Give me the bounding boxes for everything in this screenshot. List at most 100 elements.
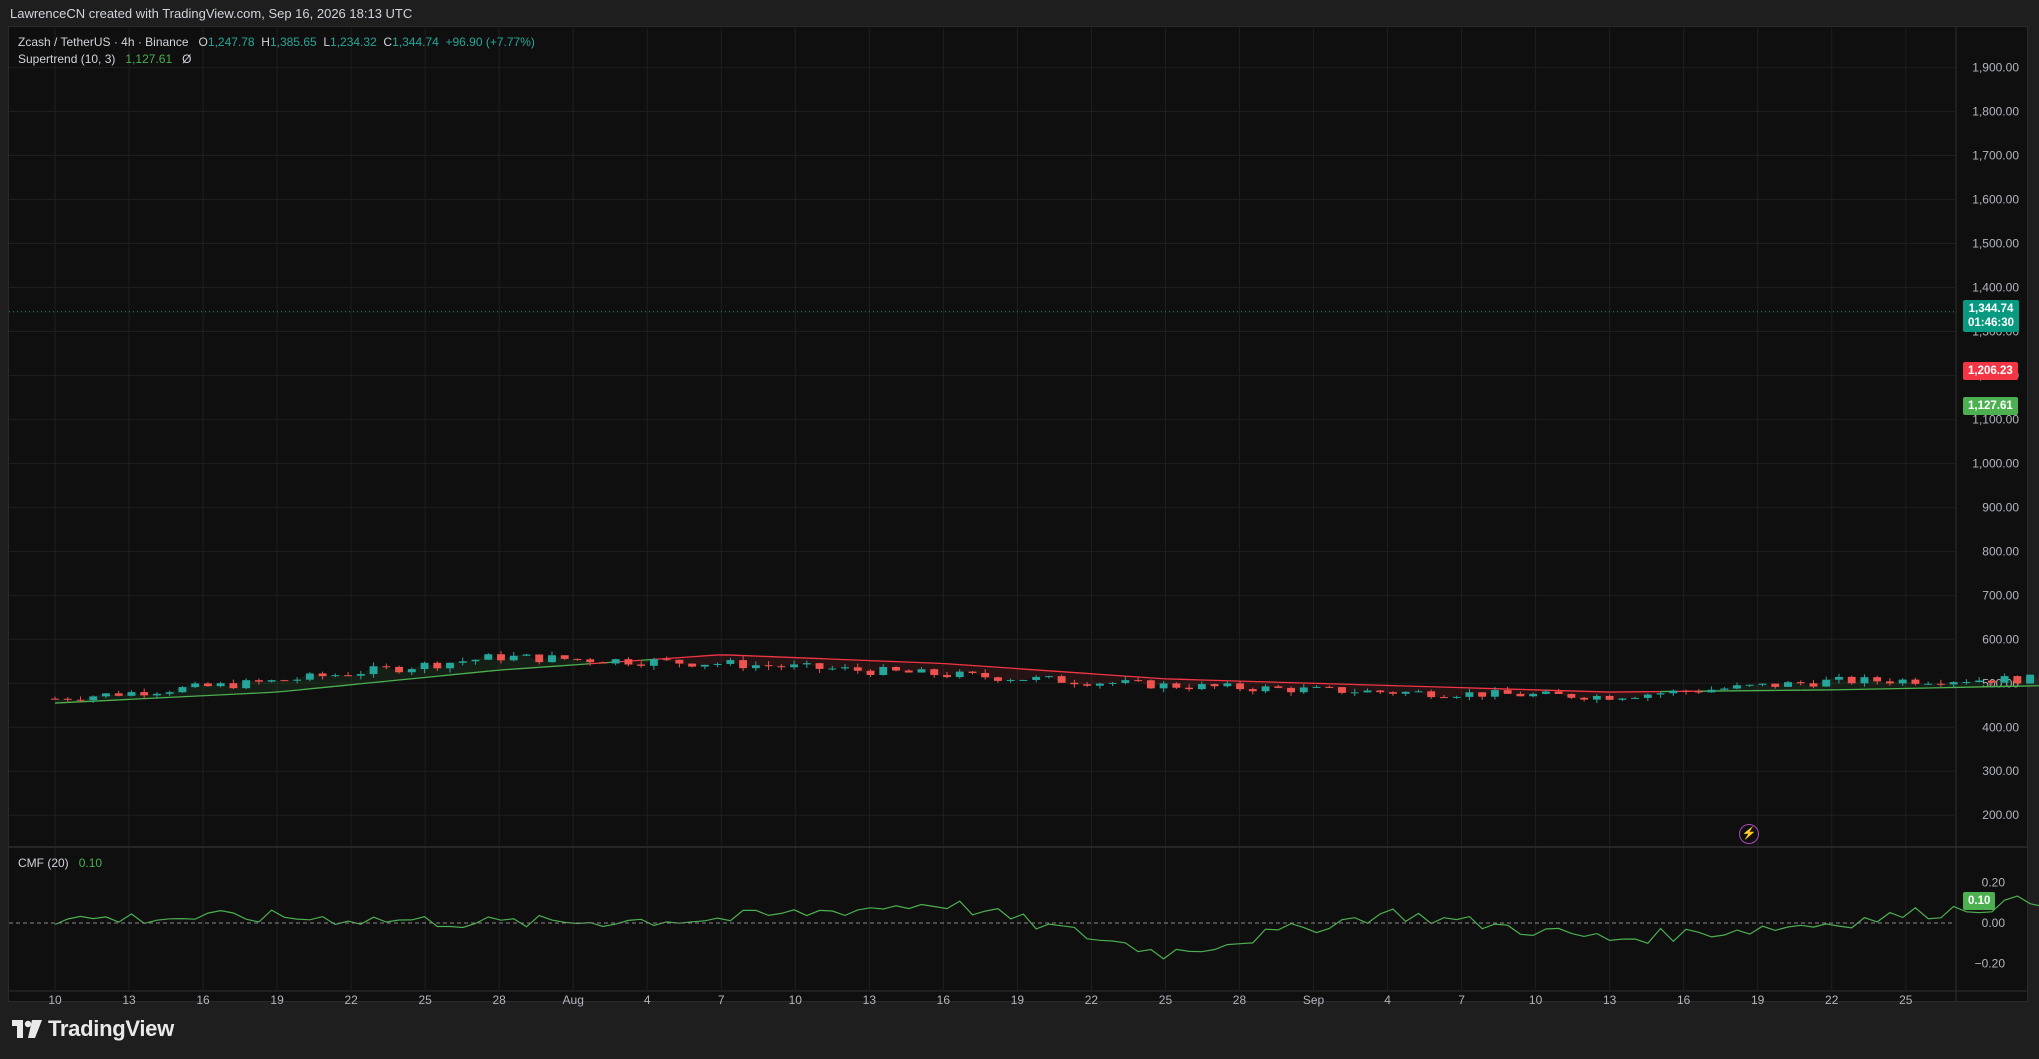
ohlc-high: 1,385.65 <box>269 35 317 49</box>
candle-body <box>1911 679 1920 684</box>
candle-body <box>739 660 748 669</box>
supertrend-fill-segment <box>322 675 336 688</box>
candle-body <box>675 659 684 664</box>
y-tick-label: 700.00 <box>1982 588 2019 602</box>
candle-body <box>968 671 977 673</box>
supertrend-segment <box>883 660 897 663</box>
y-tick-label: 1,500.00 <box>1972 236 2019 250</box>
candle-body <box>777 666 786 668</box>
chart-canvas[interactable]: 10 13 16 19 22 25 28 Aug 4 7 10 13 16 19 22 25 28 Sep 4 7 10… <box>0 0 2039 1059</box>
candle-body <box>407 669 416 673</box>
candle-body <box>981 672 990 678</box>
candle-body <box>242 680 251 689</box>
y-tick-label: 600.00 <box>1982 632 2019 646</box>
candle-body <box>1414 691 1423 693</box>
candle-body <box>2026 674 2035 684</box>
supertrend-fill-segment <box>832 659 846 669</box>
last-price-value: 1,344.74 <box>1968 303 2014 315</box>
candle-body <box>1261 686 1270 692</box>
supertrend-segment <box>959 663 973 667</box>
y-tick-label: 1,800.00 <box>1972 105 2019 119</box>
candle-body <box>1312 686 1321 688</box>
supertrend-segment <box>233 692 247 695</box>
supertrend-segment <box>794 656 807 659</box>
supertrend-segment <box>156 696 170 699</box>
overlays <box>9 311 1955 924</box>
candle-body <box>560 655 569 659</box>
candle-body <box>611 659 620 664</box>
candle-body <box>509 655 518 661</box>
supertrend-segment <box>781 656 795 659</box>
candle-body <box>1796 682 1805 684</box>
bar-countdown: 01:46:30 <box>1968 317 2015 329</box>
candle-body <box>1720 688 1729 690</box>
candle-body <box>267 680 276 682</box>
candle-body <box>1452 696 1461 698</box>
lightning-icon[interactable]: ⚡ <box>1739 824 1759 844</box>
supertrend-segment <box>144 697 157 700</box>
candle-body <box>484 654 493 660</box>
footer-bar <box>0 1002 2039 1059</box>
candle-body <box>1618 698 1627 700</box>
candle-body <box>254 680 263 682</box>
candle-body <box>1503 690 1512 694</box>
candle-body <box>1975 680 1984 683</box>
supertrend-segment <box>577 663 591 666</box>
supertrend-segment <box>169 696 183 699</box>
candle-body <box>178 687 187 693</box>
supertrend-segment <box>1036 669 1049 672</box>
candle-body <box>815 663 824 669</box>
supertrend-legend[interactable]: Supertrend (10, 3) 1,127.61 Ø <box>18 52 191 66</box>
supertrend-segment <box>972 664 986 668</box>
candle-body <box>1924 683 1933 685</box>
candle-body <box>1758 683 1767 685</box>
y-tick-label: 1,900.00 <box>1972 61 2019 75</box>
supertrend-extra: Ø <box>182 52 192 66</box>
supertrend-segment <box>526 666 540 669</box>
candle-body <box>51 698 59 700</box>
candle-body <box>1287 687 1295 693</box>
supertrend-segment <box>743 654 756 657</box>
candle-body <box>458 661 467 663</box>
supertrend-label: Supertrend (10, 3) <box>18 52 116 66</box>
candle-body <box>522 654 531 656</box>
candle-body <box>1248 689 1257 692</box>
symbol-name: Zcash / TetherUS · 4h · Binance <box>18 35 189 49</box>
cmf-label: CMF (20) <box>18 856 69 870</box>
ohlc-low: 1,234.32 <box>330 35 377 49</box>
supertrend-segment <box>564 664 578 667</box>
supertrend-segment <box>895 660 909 663</box>
tradingview-logo[interactable]: TradingView <box>12 1016 174 1042</box>
supertrend-segment <box>551 664 565 668</box>
candle-body <box>586 659 595 663</box>
candle-body <box>1095 683 1104 686</box>
candle-body <box>471 659 480 662</box>
candle-body <box>331 675 340 677</box>
candle-body <box>1847 676 1856 684</box>
candle-body <box>1044 676 1053 678</box>
candle-body <box>229 683 238 689</box>
candle-body <box>624 659 633 665</box>
supertrend-segment <box>666 656 680 660</box>
candle-body <box>1057 676 1066 683</box>
candle-body <box>1197 684 1206 690</box>
cmf-legend[interactable]: CMF (20) 0.10 <box>18 856 102 870</box>
candle-body <box>1656 693 1665 695</box>
candle-body <box>1529 693 1538 697</box>
candle-body <box>356 674 365 676</box>
supertrend-fill-segment <box>1010 668 1024 681</box>
supertrend-segment <box>692 655 705 658</box>
y-tick-label: 900.00 <box>1982 500 2019 514</box>
candle-body <box>165 692 174 694</box>
supertrend-segment <box>220 693 234 696</box>
supertrend-fill-segment <box>271 680 285 693</box>
candle-body <box>1427 691 1436 698</box>
candle-body <box>1898 679 1907 684</box>
y-tick-label: 1,600.00 <box>1972 193 2019 207</box>
candle-body <box>1784 682 1792 687</box>
supertrend-segment <box>80 700 94 703</box>
candle-body <box>1325 686 1334 688</box>
cmf-value: 0.10 <box>78 856 103 870</box>
supertrend-segment <box>118 698 132 701</box>
candle-body <box>1643 694 1652 698</box>
